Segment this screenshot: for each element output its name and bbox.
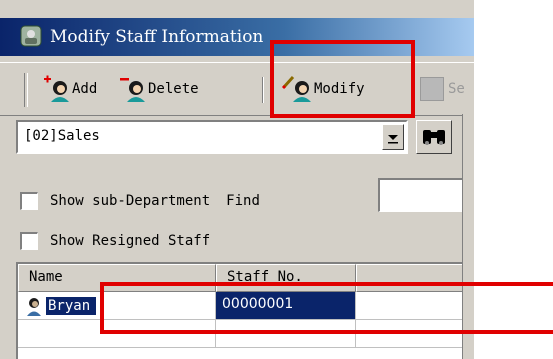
save-button[interactable]: Se [420, 75, 465, 103]
table-row[interactable]: Bryan 00000001 [18, 292, 462, 320]
modify-staff-window: Modify Staff Information Add Delete Modi… [0, 0, 474, 359]
empty-cell [18, 320, 216, 348]
column-header-staff-no[interactable]: Staff No. [216, 264, 356, 292]
modify-button[interactable]: Modify [280, 75, 365, 103]
empty-cell [356, 320, 462, 348]
cell-name[interactable]: Bryan [18, 292, 216, 320]
delete-button[interactable]: Delete [114, 75, 199, 103]
show-resigned-staff-option[interactable]: Show Resigned Staff [20, 229, 210, 253]
table-header: Name Staff No. [18, 264, 462, 292]
dropdown-arrow-icon [388, 135, 398, 144]
column-header-empty [356, 264, 462, 292]
modify-label: Modify [314, 81, 365, 97]
add-user-icon [44, 75, 69, 102]
toolbar: Add Delete Modify Se [0, 62, 474, 116]
show-resigned-staff-checkbox[interactable] [20, 232, 38, 250]
staff-name: Bryan [46, 297, 97, 315]
find-label: Find [226, 193, 260, 209]
delete-user-icon [120, 78, 145, 102]
department-select[interactable]: [02]Sales [16, 120, 408, 154]
row-highlight-top [100, 282, 553, 286]
staff-table: Name Staff No. Bryan 00000001 [16, 262, 462, 359]
find-department-button[interactable] [416, 120, 452, 154]
show-sub-department-option[interactable]: Show sub-Department Find [20, 189, 260, 213]
app-icon [20, 25, 42, 47]
find-input[interactable] [378, 178, 462, 212]
cell-empty [356, 292, 462, 320]
binoculars-icon [423, 130, 445, 145]
table-row-empty [18, 320, 462, 348]
save-label: Se [448, 81, 465, 97]
column-header-name[interactable]: Name [18, 264, 216, 292]
panel-edge [462, 114, 474, 359]
modify-user-icon [281, 75, 311, 102]
title-bar: Modify Staff Information [0, 18, 474, 56]
add-button[interactable]: Add [38, 75, 97, 103]
save-icon [420, 77, 444, 101]
dropdown-arrow-button[interactable] [382, 124, 404, 150]
toolbar-grip[interactable] [24, 73, 28, 107]
add-label: Add [72, 81, 98, 97]
toolbar-separator [262, 77, 264, 103]
department-value: [02]Sales [24, 128, 100, 144]
person-icon [27, 298, 41, 316]
cell-staff-no[interactable]: 00000001 [216, 292, 356, 320]
delete-label: Delete [148, 81, 199, 97]
show-resigned-staff-label: Show Resigned Staff [50, 233, 211, 249]
show-sub-department-label: Show sub-Department [50, 193, 211, 209]
row-highlight-left [100, 282, 104, 334]
show-sub-department-checkbox[interactable] [20, 192, 38, 210]
empty-cell [216, 320, 356, 348]
row-highlight-bottom [100, 330, 553, 334]
window-title: Modify Staff Information [50, 27, 264, 47]
